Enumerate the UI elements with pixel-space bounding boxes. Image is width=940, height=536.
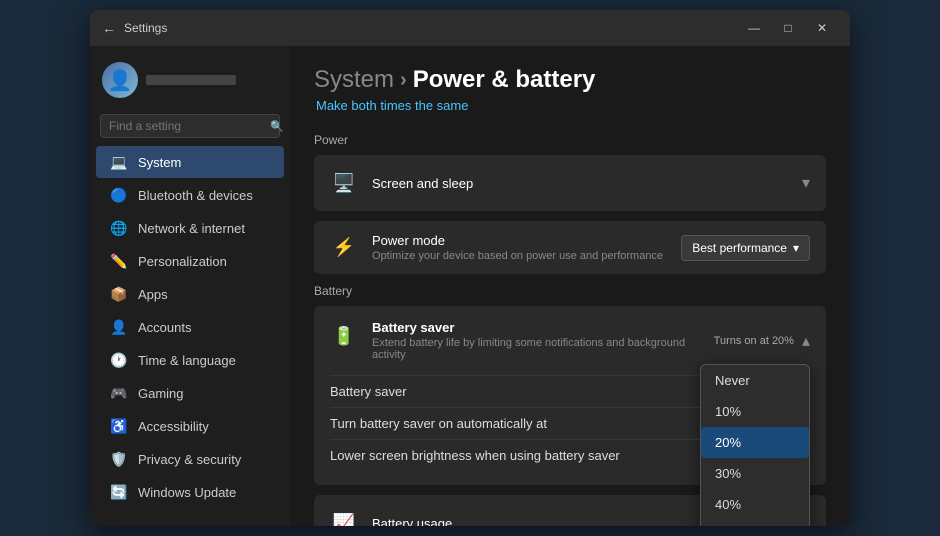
screen-sleep-icon: 🖥️ <box>330 169 358 197</box>
windows-update-icon: 🔄 <box>110 483 128 501</box>
maximize-button[interactable]: □ <box>772 14 804 42</box>
sidebar-label-accounts: Accounts <box>138 320 191 335</box>
sidebar-label-time: Time & language <box>138 353 236 368</box>
main-content: System › Power & battery Make both times… <box>290 46 850 526</box>
battery-saver-desc: Extend battery life by limiting some not… <box>372 337 714 361</box>
battery-section-label: Battery <box>314 284 826 298</box>
title-bar-left: ← Settings <box>102 20 167 36</box>
minimize-button[interactable]: — <box>738 14 770 42</box>
sidebar-item-accessibility[interactable]: ♿ Accessibility <box>96 410 284 442</box>
sidebar-item-bluetooth[interactable]: 🔵 Bluetooth & devices <box>96 179 284 211</box>
sidebar-label-network: Network & internet <box>138 221 245 236</box>
gaming-icon: 🎮 <box>110 384 128 402</box>
apps-icon: 📦 <box>110 285 128 303</box>
screen-sleep-chevron: ▾ <box>802 173 810 193</box>
battery-saver-status: Turns on at 20% <box>714 335 794 347</box>
user-name-placeholder <box>146 75 236 85</box>
battery-saver-card: 🔋 Battery saver Extend battery life by l… <box>314 306 826 485</box>
avatar: 👤 <box>102 62 138 98</box>
window-title: Settings <box>124 21 167 35</box>
settings-window: ← Settings — □ ✕ 👤 🔍 💻 Syst <box>90 10 850 526</box>
bluetooth-icon: 🔵 <box>110 186 128 204</box>
privacy-icon: 🛡️ <box>110 450 128 468</box>
screen-sleep-text: Screen and sleep <box>372 176 802 191</box>
back-button[interactable]: ← <box>102 20 116 36</box>
dropdown-item-20[interactable]: 20% <box>701 427 809 458</box>
screen-sleep-row[interactable]: 🖥️ Screen and sleep ▾ <box>314 155 826 211</box>
power-mode-text: Power mode Optimize your device based on… <box>372 233 681 262</box>
sidebar-item-windows-update[interactable]: 🔄 Windows Update <box>96 476 284 508</box>
system-icon: 💻 <box>110 153 128 171</box>
sidebar-label-accessibility: Accessibility <box>138 419 209 434</box>
dropdown-item-never[interactable]: Never <box>701 365 809 396</box>
sidebar-item-accounts[interactable]: 👤 Accounts <box>96 311 284 343</box>
breadcrumb: System › Power & battery <box>314 66 826 94</box>
personalization-icon: ✏️ <box>110 252 128 270</box>
power-mode-value: Best performance <box>692 241 787 255</box>
dropdown-item-10[interactable]: 10% <box>701 396 809 427</box>
window-controls: — □ ✕ <box>738 14 838 42</box>
battery-saver-title: Battery saver <box>372 320 714 335</box>
time-icon: 🕐 <box>110 351 128 369</box>
sidebar: 👤 🔍 💻 System 🔵 Bluetooth & devices 🌐 Net… <box>90 46 290 526</box>
sidebar-item-gaming[interactable]: 🎮 Gaming <box>96 377 284 409</box>
dropdown-item-30[interactable]: 30% <box>701 458 809 489</box>
dropdown-item-50[interactable]: 50% <box>701 520 809 526</box>
sidebar-label-bluetooth: Bluetooth & devices <box>138 188 253 203</box>
search-box[interactable]: 🔍 <box>100 114 280 138</box>
accessibility-icon: ♿ <box>110 417 128 435</box>
battery-usage-icon: 📈 <box>330 509 358 526</box>
sidebar-label-system: System <box>138 155 181 170</box>
screen-sleep-card: 🖥️ Screen and sleep ▾ <box>314 155 826 211</box>
sidebar-item-network[interactable]: 🌐 Network & internet <box>96 212 284 244</box>
search-icon: 🔍 <box>270 120 284 133</box>
power-mode-icon: ⚡ <box>330 234 358 262</box>
sidebar-label-windows-update: Windows Update <box>138 485 236 500</box>
network-icon: 🌐 <box>110 219 128 237</box>
power-section-label: Power <box>314 133 826 147</box>
power-mode-dropdown[interactable]: Best performance ▾ <box>681 235 810 261</box>
search-input[interactable] <box>109 119 264 133</box>
breadcrumb-parent: System <box>314 66 394 94</box>
sidebar-item-time[interactable]: 🕐 Time & language <box>96 344 284 376</box>
screen-sleep-title: Screen and sleep <box>372 176 802 191</box>
title-bar: ← Settings — □ ✕ <box>90 10 850 46</box>
user-section: 👤 <box>90 54 290 114</box>
sidebar-item-system[interactable]: 💻 System <box>96 146 284 178</box>
close-button[interactable]: ✕ <box>806 14 838 42</box>
battery-saver-chevron: ▴ <box>802 331 810 351</box>
sidebar-label-apps: Apps <box>138 287 168 302</box>
sidebar-item-apps[interactable]: 📦 Apps <box>96 278 284 310</box>
power-mode-desc: Optimize your device based on power use … <box>372 250 681 262</box>
sidebar-label-personalization: Personalization <box>138 254 227 269</box>
sidebar-label-privacy: Privacy & security <box>138 452 241 467</box>
power-mode-title: Power mode <box>372 233 681 248</box>
window-body: 👤 🔍 💻 System 🔵 Bluetooth & devices 🌐 Net… <box>90 46 850 526</box>
battery-saver-text: Battery saver Extend battery life by lim… <box>372 320 714 361</box>
accounts-icon: 👤 <box>110 318 128 336</box>
make-same-link[interactable]: Make both times the same <box>314 98 826 113</box>
power-mode-row: ⚡ Power mode Optimize your device based … <box>314 221 826 274</box>
power-mode-chevron: ▾ <box>793 241 799 255</box>
breadcrumb-separator: › <box>400 69 407 92</box>
battery-saver-dropdown: Never 10% 20% 30% 40% 50% Always <box>700 364 810 526</box>
breadcrumb-current: Power & battery <box>413 66 596 94</box>
battery-saver-icon: 🔋 <box>330 322 358 350</box>
sidebar-label-gaming: Gaming <box>138 386 184 401</box>
sidebar-item-privacy[interactable]: 🛡️ Privacy & security <box>96 443 284 475</box>
sidebar-item-personalization[interactable]: ✏️ Personalization <box>96 245 284 277</box>
dropdown-item-40[interactable]: 40% <box>701 489 809 520</box>
